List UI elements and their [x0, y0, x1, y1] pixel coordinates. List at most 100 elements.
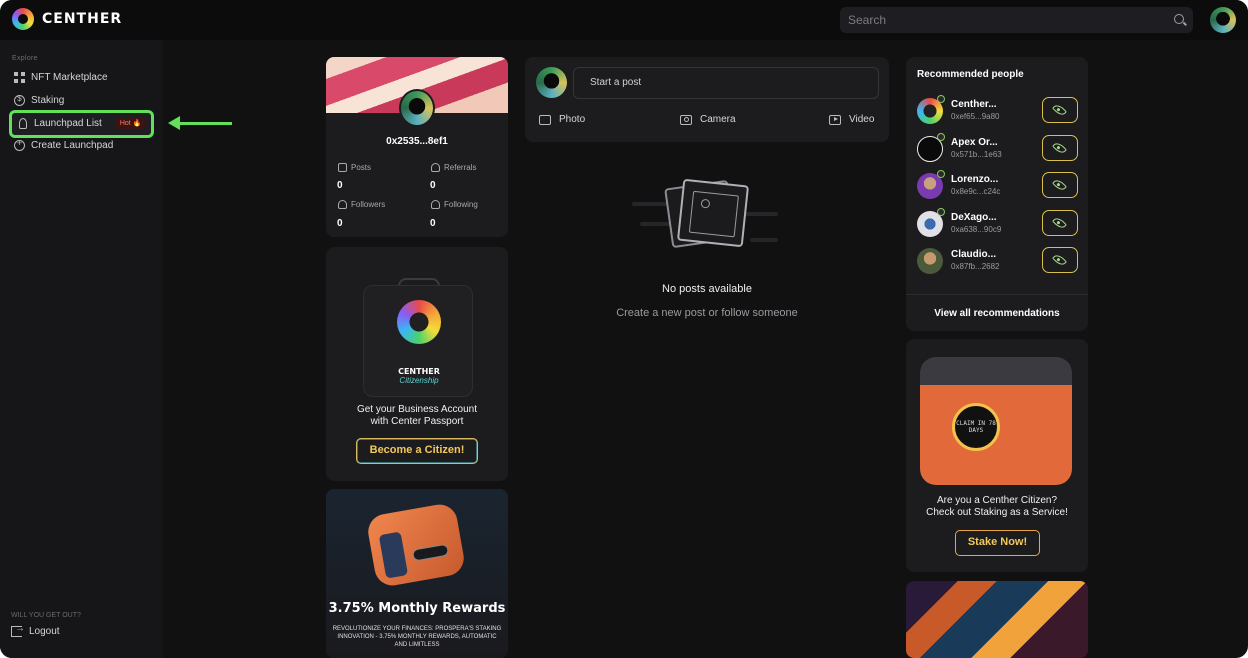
person-avatar	[917, 248, 943, 274]
view-profile-button[interactable]	[1042, 97, 1078, 123]
citizenship-promo-card: CENTHER Citizenship Get your Business Ac…	[326, 247, 508, 481]
divider	[906, 294, 1088, 295]
video-label: Video	[849, 114, 875, 125]
sidebar-item-label: NFT Marketplace	[31, 72, 108, 83]
stat-following[interactable]: Following	[431, 200, 478, 209]
empty-state-title: No posts available	[662, 283, 752, 295]
sidebar-item-label: Create Launchpad	[31, 140, 114, 151]
sidebar-item-staking[interactable]: Staking	[14, 94, 64, 106]
logo[interactable]: CENTHER	[12, 8, 122, 30]
recommended-person[interactable]: Claudio... 0x87fb...2682	[917, 245, 1082, 275]
photo-front	[676, 178, 750, 248]
streak	[640, 222, 670, 226]
top-bar: CENTHER	[0, 0, 1248, 40]
stake-now-button[interactable]: Stake Now!	[955, 530, 1040, 556]
sidebar-item-launchpad-list[interactable]: Launchpad List Hot 🔥	[9, 110, 154, 138]
person-address: 0xef65...9a80	[951, 112, 1000, 121]
photo-label: Photo	[559, 114, 586, 125]
device-screen: CLAIM IN 78 DAYS	[952, 403, 1000, 451]
sidebar-item-label: Launchpad List	[34, 117, 102, 129]
become-citizen-button[interactable]: Become a Citizen!	[356, 438, 478, 464]
recommended-person[interactable]: Apex Or... 0x571b...1e63	[917, 133, 1082, 163]
camera-button[interactable]: Camera	[680, 114, 736, 125]
stat-label: Followers	[351, 200, 386, 209]
online-dot	[937, 170, 945, 178]
device-text: CLAIM IN 78 DAYS	[956, 420, 996, 434]
staking-promo-card[interactable]: 3.75% Monthly Rewards REVOLUTIONIZE YOUR…	[326, 489, 508, 658]
gear-logo-icon	[397, 300, 441, 344]
logout-prompt: WILL YOU GET OUT?	[11, 612, 81, 619]
sidebar-item-content: Launchpad List Hot 🔥	[17, 117, 146, 129]
empty-state-subtitle: Create a new post or follow someone	[616, 307, 798, 319]
recommended-person[interactable]: Centher... 0xef65...9a80	[917, 95, 1082, 125]
followers-icon	[338, 200, 347, 209]
sidebar-item-nft-marketplace[interactable]: NFT Marketplace	[14, 72, 108, 83]
recommended-title: Recommended people	[917, 69, 1024, 80]
search-bar	[840, 7, 1193, 33]
recommended-person[interactable]: Lorenzo... 0x8e9c...c24c	[917, 170, 1082, 200]
staking-subtitle: REVOLUTIONIZE YOUR FINANCES: PROSPERA'S …	[332, 626, 502, 648]
view-profile-button[interactable]	[1042, 172, 1078, 198]
plus-circle-icon	[14, 138, 25, 151]
person-address: 0x87fb...2682	[951, 262, 1000, 271]
view-profile-button[interactable]	[1042, 210, 1078, 236]
person-name: Apex Or...	[951, 137, 998, 148]
profile-address: 0x2535...8ef1	[386, 136, 448, 147]
app-window: CENTHER Explore NFT Marketplace Staking …	[0, 0, 1248, 658]
profile-avatar[interactable]	[399, 89, 435, 127]
dollar-icon	[14, 94, 25, 106]
stat-label: Following	[444, 200, 478, 209]
person-name: Claudio...	[951, 249, 996, 260]
stat-referrals[interactable]: Referrals	[431, 163, 476, 172]
empty-photos-icon	[632, 178, 782, 264]
streak	[744, 212, 778, 216]
search-icon[interactable]	[1174, 14, 1184, 24]
stat-label: Posts	[351, 163, 372, 172]
photo-button[interactable]: Photo	[539, 114, 585, 125]
person-name: DeXago...	[951, 212, 997, 223]
stat-value: 0	[337, 218, 343, 229]
recommended-people-card: Recommended people Centher... 0xef65...9…	[906, 57, 1088, 331]
sidebar-section-label: Explore	[12, 55, 38, 62]
passport-subtitle: Citizenship	[399, 376, 439, 385]
online-dot	[937, 95, 945, 103]
eye-icon	[1052, 140, 1067, 156]
citizen-promo-text: Are you a Centher Citizen? Check out Sta…	[906, 495, 1088, 519]
post-composer: Start a post Photo Camera Video	[525, 57, 889, 142]
person-address: 0xa638...90c9	[951, 225, 1002, 234]
promo-line: Check out Staking as a Service!	[926, 507, 1068, 518]
lock-pill	[411, 543, 450, 562]
recommended-person[interactable]: DeXago... 0xa638...90c9	[917, 208, 1082, 238]
eye-icon	[1052, 215, 1067, 231]
video-icon	[829, 114, 841, 125]
nft-promo-card[interactable]	[906, 581, 1088, 658]
staking-service-promo-card: CLAIM IN 78 DAYS Are you a Centher Citiz…	[906, 339, 1088, 572]
sidebar-item-create-launchpad[interactable]: Create Launchpad	[14, 138, 114, 151]
app-name: CENTHER	[42, 11, 123, 27]
photo-icon	[539, 114, 551, 125]
stat-followers[interactable]: Followers	[338, 200, 385, 209]
lock-face	[378, 531, 409, 579]
stat-label: Referrals	[444, 163, 477, 172]
view-profile-button[interactable]	[1042, 135, 1078, 161]
person-name: Centher...	[951, 99, 997, 110]
person-name: Lorenzo...	[951, 174, 999, 185]
eye-icon	[1052, 252, 1067, 268]
streak	[750, 238, 778, 242]
user-avatar[interactable]	[1210, 7, 1236, 33]
logout-button[interactable]: Logout	[11, 623, 60, 637]
logout-label: Logout	[29, 626, 60, 637]
start-post-input[interactable]: Start a post	[573, 67, 879, 99]
search-input[interactable]	[840, 7, 1193, 33]
stat-posts[interactable]: Posts	[338, 163, 371, 172]
posts-icon	[338, 163, 347, 172]
rocket-icon	[18, 117, 27, 129]
view-all-recommendations-link[interactable]: View all recommendations	[906, 308, 1088, 319]
staking-device-image: CLAIM IN 78 DAYS	[920, 357, 1072, 485]
video-button[interactable]: Video	[829, 114, 874, 125]
promo-line: Are you a Centher Citizen?	[936, 495, 1058, 506]
online-dot	[937, 208, 945, 216]
view-profile-button[interactable]	[1042, 247, 1078, 273]
camera-icon	[680, 114, 692, 125]
camera-label: Camera	[700, 114, 736, 125]
